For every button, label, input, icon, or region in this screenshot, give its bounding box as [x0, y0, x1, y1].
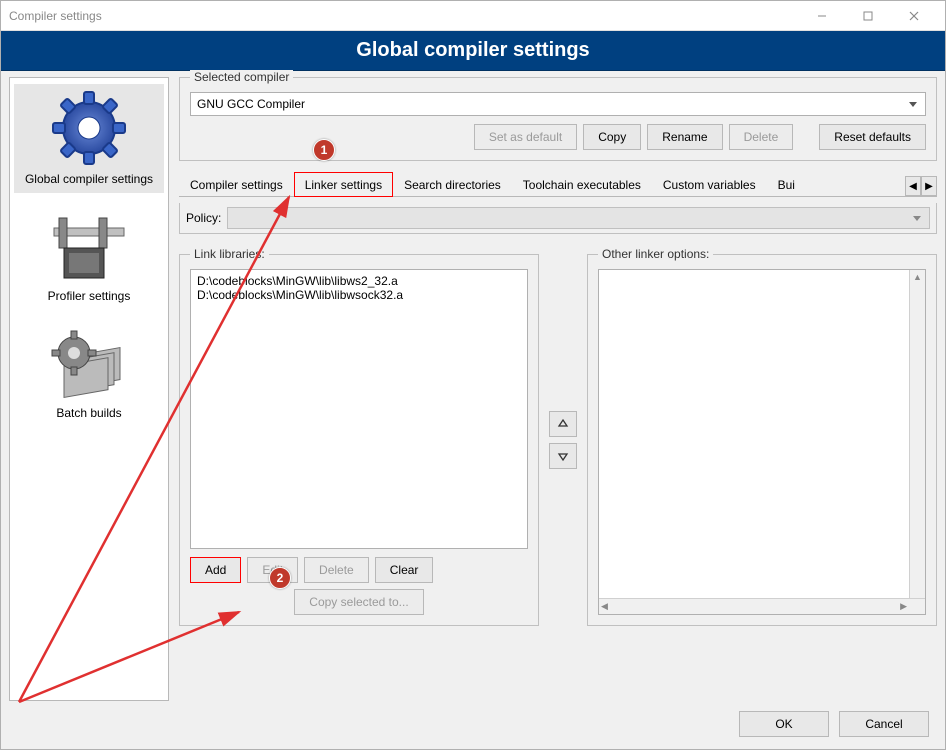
tab-scroll: ◀ ▶ — [905, 176, 937, 196]
sidebar-item-global-compiler[interactable]: Global compiler settings — [14, 84, 164, 193]
scrollbar-horizontal[interactable] — [599, 598, 925, 614]
policy-label: Policy: — [186, 211, 221, 225]
link-libraries-listbox[interactable]: D:\codeblocks\MinGW\lib\libws2_32.aD:\co… — [190, 269, 528, 549]
content-area: Selected compiler GNU GCC Compiler Set a… — [179, 77, 937, 701]
linker-area: Link libraries: D:\codeblocks\MinGW\lib\… — [179, 254, 937, 626]
tab-scroll-left[interactable]: ◀ — [905, 176, 921, 196]
tab-scroll-right[interactable]: ▶ — [921, 176, 937, 196]
move-up-button[interactable] — [549, 411, 577, 437]
delete-button[interactable]: Delete — [729, 124, 794, 150]
banner-title: Global compiler settings — [1, 31, 945, 71]
link-libraries-group: Link libraries: D:\codeblocks\MinGW\lib\… — [179, 254, 539, 626]
caliper-icon — [39, 205, 139, 285]
list-item[interactable]: D:\codeblocks\MinGW\lib\libws2_32.a — [197, 274, 521, 288]
dropdown-value: GNU GCC Compiler — [197, 97, 305, 111]
reorder-buttons — [549, 411, 577, 469]
add-button[interactable]: Add — [190, 557, 241, 583]
rename-button[interactable]: Rename — [647, 124, 722, 150]
sidebar-item-profiler[interactable]: Profiler settings — [14, 201, 164, 310]
annotation-badge-1: 1 — [313, 139, 335, 161]
tabbar: Compiler settings Linker settings Search… — [179, 171, 937, 197]
copy-selected-button[interactable]: Copy selected to... — [294, 589, 423, 615]
compiler-button-row: Set as default Copy Rename Delete Reset … — [190, 124, 926, 150]
sidebar-item-label: Global compiler settings — [25, 172, 153, 187]
tab-build-options[interactable]: Bui — [767, 172, 806, 196]
copy-button[interactable]: Copy — [583, 124, 641, 150]
sidebar-item-label: Batch builds — [56, 406, 121, 421]
minimize-button[interactable] — [799, 1, 845, 31]
scrollbar-vertical[interactable] — [909, 270, 925, 598]
ok-button[interactable]: OK — [739, 711, 829, 737]
tab-custom-variables[interactable]: Custom variables — [652, 172, 767, 196]
compiler-settings-window: Compiler settings Global compiler settin… — [0, 0, 946, 750]
tab-compiler-settings[interactable]: Compiler settings — [179, 172, 294, 196]
lib-button-row2: Copy selected to... — [190, 589, 528, 615]
list-item[interactable]: D:\codeblocks\MinGW\lib\libwsock32.a — [197, 288, 521, 302]
policy-dropdown[interactable] — [227, 207, 930, 229]
footer: OK Cancel — [9, 701, 937, 741]
other-linker-textarea[interactable] — [598, 269, 926, 615]
reset-defaults-button[interactable]: Reset defaults — [819, 124, 926, 150]
body-area: Global compiler settings Profiler settin… — [1, 71, 945, 749]
other-linker-group: Other linker options: — [587, 254, 937, 626]
selected-compiler-group: Selected compiler GNU GCC Compiler Set a… — [179, 77, 937, 161]
tab-toolchain-executables[interactable]: Toolchain executables — [512, 172, 652, 196]
compiler-dropdown[interactable]: GNU GCC Compiler — [190, 92, 926, 116]
group-legend: Selected compiler — [190, 70, 293, 84]
close-button[interactable] — [891, 1, 937, 31]
tab-linker-settings[interactable]: Linker settings — [294, 172, 393, 197]
tab-search-directories[interactable]: Search directories — [393, 172, 512, 196]
group-legend: Link libraries: — [190, 247, 269, 261]
lib-button-row: Add Edit Delete Clear — [190, 557, 528, 583]
cancel-button[interactable]: Cancel — [839, 711, 929, 737]
main-row: Global compiler settings Profiler settin… — [9, 77, 937, 701]
window-title: Compiler settings — [9, 9, 799, 23]
set-default-button[interactable]: Set as default — [474, 124, 577, 150]
maximize-button[interactable] — [845, 1, 891, 31]
group-legend: Other linker options: — [598, 247, 713, 261]
annotation-badge-2: 2 — [269, 567, 291, 589]
gear-icon — [39, 88, 139, 168]
clear-button[interactable]: Clear — [375, 557, 434, 583]
sidebar: Global compiler settings Profiler settin… — [9, 77, 169, 701]
sidebar-item-batch[interactable]: Batch builds — [14, 318, 164, 427]
delete-lib-button[interactable]: Delete — [304, 557, 369, 583]
sidebar-item-label: Profiler settings — [48, 289, 131, 304]
window-controls — [799, 1, 937, 31]
policy-row: Policy: — [179, 203, 937, 234]
move-down-button[interactable] — [549, 443, 577, 469]
titlebar: Compiler settings — [1, 1, 945, 31]
batch-gear-icon — [39, 322, 139, 402]
